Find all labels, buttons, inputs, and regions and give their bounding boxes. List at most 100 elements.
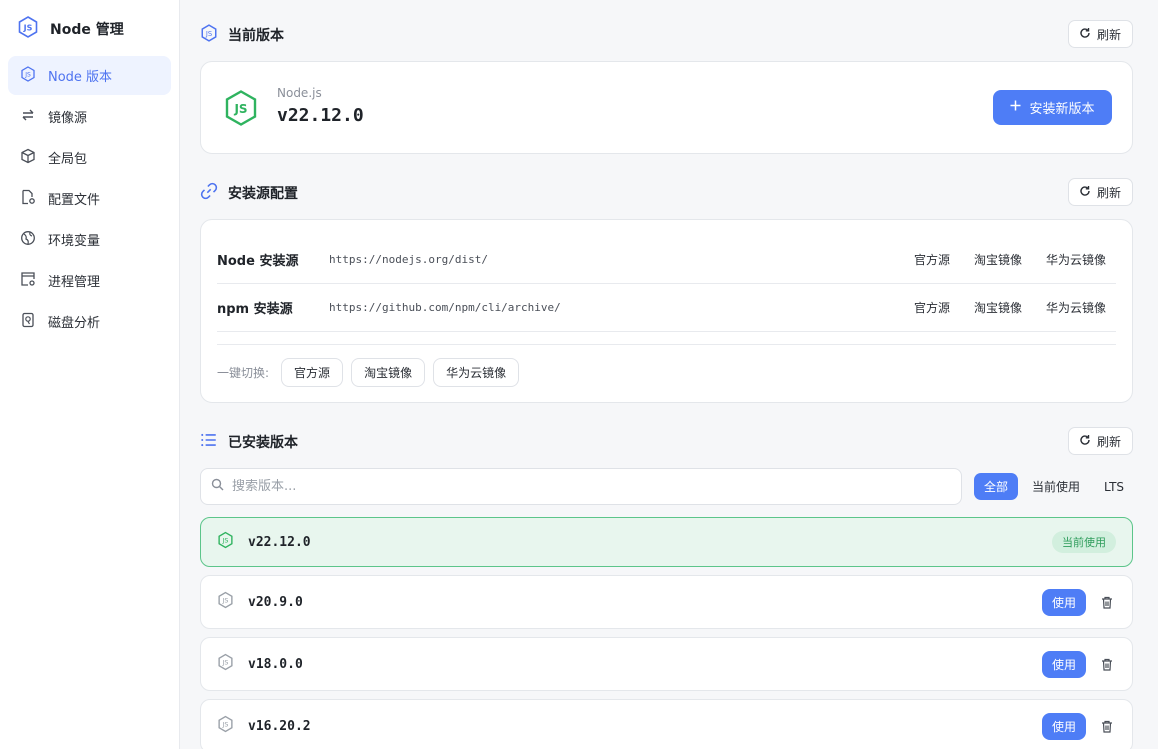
- sidebar-item-label: 全局包: [48, 152, 88, 167]
- version-row: JS v18.0.0 使用: [200, 637, 1133, 691]
- refresh-icon: [1079, 434, 1091, 449]
- version-label: v20.9.0: [248, 594, 303, 610]
- node-logo-icon: JS: [225, 90, 257, 130]
- source-row-npm: npm 安装源 https://github.com/npm/cli/archi…: [217, 284, 1116, 332]
- refresh-button[interactable]: 刷新: [1067, 20, 1133, 48]
- sources-card: Node 安装源 https://nodejs.org/dist/ 官方源 淘宝…: [200, 219, 1133, 403]
- current-version-header: JS 当前版本 刷新: [200, 20, 1133, 50]
- refresh-button[interactable]: 刷新: [1067, 427, 1133, 455]
- node-js-icon: JS: [217, 591, 234, 613]
- main-content: JS 当前版本 刷新 JS Node.js v22.12.0 安装新版本 安装源…: [180, 0, 1158, 749]
- link-icon: [200, 182, 218, 204]
- current-badge: 当前使用: [1052, 531, 1116, 553]
- trash-icon[interactable]: [1092, 589, 1122, 616]
- node-logo-icon: JS: [18, 16, 38, 42]
- source-option-taobao[interactable]: 淘宝镜像: [974, 251, 1022, 268]
- swap-arrows-icon: [20, 107, 36, 127]
- refresh-label: 刷新: [1096, 27, 1121, 42]
- sidebar-item-label: Node 版本: [48, 70, 113, 85]
- sidebar-nav: JS Node 版本 镜像源 全局包 配置文件 环境变量 进程管理 磁盘分析: [8, 56, 171, 343]
- sidebar-item-disk-analysis[interactable]: 磁盘分析: [8, 302, 171, 341]
- svg-text:JS: JS: [205, 30, 212, 38]
- refresh-button[interactable]: 刷新: [1067, 178, 1133, 206]
- node-js-icon: JS: [200, 24, 218, 46]
- use-version-button[interactable]: 使用: [1042, 588, 1086, 616]
- section-title: 当前版本: [228, 28, 284, 44]
- package-cube-icon: [20, 148, 36, 168]
- version-filters: 全部 当前使用 LTS: [974, 473, 1134, 500]
- quick-switch-label: 一键切换:: [217, 366, 270, 380]
- sidebar-item-config-files[interactable]: 配置文件: [8, 179, 171, 218]
- svg-text:JS: JS: [23, 24, 33, 33]
- source-name: Node 安装源: [217, 254, 299, 269]
- disk-icon: [20, 312, 36, 332]
- use-version-button[interactable]: 使用: [1042, 650, 1086, 678]
- sidebar-item-label: 配置文件: [48, 193, 101, 208]
- svg-text:JS: JS: [233, 102, 247, 116]
- window-settings-icon: [20, 271, 36, 291]
- installed-header: 已安装版本 刷新: [200, 427, 1133, 457]
- filter-current[interactable]: 当前使用: [1022, 473, 1090, 500]
- source-option-huawei[interactable]: 华为云镜像: [1046, 251, 1106, 268]
- search-input[interactable]: [232, 479, 932, 494]
- svg-text:JS: JS: [222, 721, 229, 729]
- sidebar-item-mirrors[interactable]: 镜像源: [8, 97, 171, 136]
- source-url: https://github.com/npm/cli/archive/: [329, 301, 561, 314]
- runtime-label: Node.js: [277, 86, 322, 100]
- version-label: v18.0.0: [248, 656, 303, 672]
- list-icon: [200, 431, 218, 453]
- node-js-icon: JS: [217, 715, 234, 737]
- sidebar: JS Node 管理 JS Node 版本 镜像源 全局包 配置文件 环境变量 …: [0, 0, 180, 749]
- refresh-icon: [1079, 185, 1091, 200]
- app-title: Node 管理: [50, 22, 124, 38]
- svg-text:JS: JS: [222, 597, 229, 605]
- sidebar-item-label: 镜像源: [48, 111, 88, 126]
- source-option-official[interactable]: 官方源: [914, 251, 950, 268]
- filter-lts[interactable]: LTS: [1094, 473, 1134, 500]
- use-version-button[interactable]: 使用: [1042, 712, 1086, 740]
- svg-text:JS: JS: [222, 537, 229, 545]
- quick-switch-taobao[interactable]: 淘宝镜像: [351, 358, 426, 387]
- trash-icon[interactable]: [1092, 713, 1122, 740]
- source-name: npm 安装源: [217, 302, 293, 317]
- file-settings-icon: [20, 189, 36, 209]
- app-brand: JS Node 管理: [18, 16, 124, 42]
- version-row-current[interactable]: JS v22.12.0 当前使用: [200, 517, 1133, 567]
- divider: [217, 344, 1116, 345]
- version-label: v16.20.2: [248, 718, 311, 734]
- search-icon: [211, 478, 224, 495]
- version-row: JS v16.20.2 使用: [200, 699, 1133, 749]
- node-js-icon: JS: [217, 531, 234, 553]
- current-version-value: v22.12.0: [277, 105, 364, 126]
- source-option-huawei[interactable]: 华为云镜像: [1046, 299, 1106, 316]
- node-js-icon: JS: [217, 653, 234, 675]
- sidebar-item-label: 进程管理: [48, 275, 101, 290]
- svg-text:JS: JS: [24, 71, 31, 78]
- sidebar-item-processes[interactable]: 进程管理: [8, 261, 171, 300]
- install-label: 安装新版本: [1029, 102, 1095, 117]
- current-version-card: JS Node.js v22.12.0 安装新版本: [200, 61, 1133, 154]
- sidebar-item-label: 环境变量: [48, 234, 101, 249]
- filter-all[interactable]: 全部: [974, 473, 1019, 500]
- quick-switch-huawei[interactable]: 华为云镜像: [433, 358, 520, 387]
- source-option-taobao[interactable]: 淘宝镜像: [974, 299, 1022, 316]
- quick-switch-official[interactable]: 官方源: [281, 358, 344, 387]
- source-option-official[interactable]: 官方源: [914, 299, 950, 316]
- version-search: [200, 468, 962, 505]
- section-title: 已安装版本: [228, 435, 298, 451]
- install-new-version-button[interactable]: 安装新版本: [993, 90, 1112, 125]
- globe-icon: [20, 230, 36, 250]
- refresh-icon: [1079, 27, 1091, 42]
- quick-switch: 一键切换: 官方源 淘宝镜像 华为云镜像: [217, 358, 520, 387]
- sidebar-item-global-packages[interactable]: 全局包: [8, 138, 171, 177]
- sidebar-item-label: 磁盘分析: [48, 316, 101, 331]
- source-url: https://nodejs.org/dist/: [329, 253, 488, 266]
- sidebar-item-env-vars[interactable]: 环境变量: [8, 220, 171, 259]
- plus-icon: [1010, 100, 1021, 115]
- sources-header: 安装源配置 刷新: [200, 178, 1133, 208]
- trash-icon[interactable]: [1092, 651, 1122, 678]
- source-row-node: Node 安装源 https://nodejs.org/dist/ 官方源 淘宝…: [217, 236, 1116, 284]
- sidebar-item-node-versions[interactable]: JS Node 版本: [8, 56, 171, 95]
- section-title: 安装源配置: [228, 186, 298, 202]
- refresh-label: 刷新: [1096, 434, 1121, 449]
